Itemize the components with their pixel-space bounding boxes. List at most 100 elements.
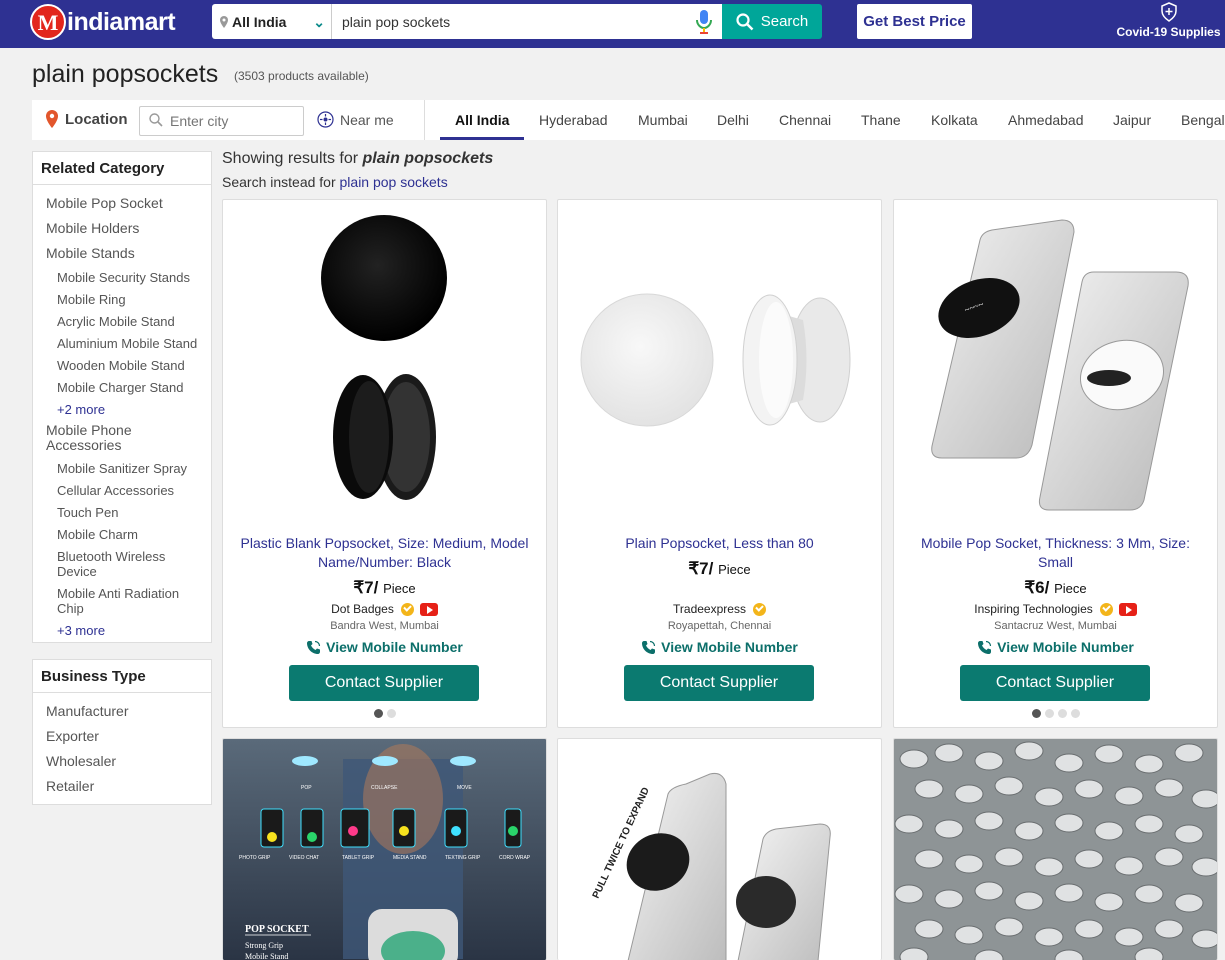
city-tab-chennai[interactable]: Chennai bbox=[779, 112, 831, 128]
near-me-button[interactable]: Near me bbox=[317, 111, 394, 128]
product-image[interactable]: ~~~~ bbox=[894, 200, 1217, 520]
image-label: PHOTO GRIP bbox=[239, 855, 271, 861]
business-type-item[interactable]: Manufacturer bbox=[46, 704, 128, 719]
business-type-item[interactable]: Retailer bbox=[46, 779, 94, 794]
related-item[interactable]: Mobile Pop Socket bbox=[46, 196, 163, 211]
youtube-icon[interactable] bbox=[1118, 602, 1137, 616]
product-price: ₹6/ Piece bbox=[894, 578, 1217, 598]
image-line: Mobile Stand bbox=[245, 952, 288, 960]
city-tab-jaipur[interactable]: Jaipur bbox=[1113, 112, 1151, 128]
location-select[interactable]: All India ⌄ bbox=[212, 4, 332, 39]
supplier-name[interactable]: Inspiring Technologies bbox=[974, 602, 1093, 616]
related-subitem[interactable]: Touch Pen bbox=[57, 505, 207, 520]
related-subitem[interactable]: Mobile Ring bbox=[57, 292, 207, 307]
carousel-dot[interactable] bbox=[1044, 709, 1054, 718]
city-input[interactable] bbox=[139, 106, 304, 136]
search-instead: Search instead for plain pop sockets bbox=[222, 174, 448, 190]
city-tab-kolkata[interactable]: Kolkata bbox=[931, 112, 978, 128]
city-tab-thane[interactable]: Thane bbox=[861, 112, 901, 128]
view-mobile-number-link[interactable]: View Mobile Number bbox=[223, 639, 546, 655]
carousel-dot[interactable] bbox=[1057, 709, 1067, 718]
carousel-dot[interactable] bbox=[373, 709, 383, 718]
verified-badge-icon bbox=[752, 602, 766, 616]
product-image[interactable] bbox=[558, 200, 881, 520]
product-card: PULL TWICE TO EXPAND bbox=[557, 738, 882, 960]
related-item[interactable]: Mobile Holders bbox=[46, 221, 139, 236]
related-item[interactable]: Mobile Stands bbox=[46, 246, 135, 261]
city-tab-bengal[interactable]: Bengal bbox=[1181, 112, 1225, 128]
contact-supplier-button[interactable]: Contact Supplier bbox=[289, 665, 479, 701]
product-title[interactable]: Mobile Pop Socket, Thickness: 3 Mm, Size… bbox=[904, 534, 1207, 572]
related-subitem[interactable]: Mobile Security Stands bbox=[57, 270, 207, 285]
search-icon bbox=[736, 12, 754, 30]
more-link[interactable]: +2 more bbox=[57, 402, 207, 417]
image-carousel-dots bbox=[894, 709, 1217, 718]
carousel-dot[interactable] bbox=[1070, 709, 1080, 718]
price-unit: Piece bbox=[1054, 581, 1087, 596]
related-subitem[interactable]: Acrylic Mobile Stand bbox=[57, 314, 207, 329]
related-subitem[interactable]: Aluminium Mobile Stand bbox=[57, 336, 207, 351]
supplier-name[interactable]: Tradeexpress bbox=[673, 602, 746, 616]
product-title[interactable]: Plain Popsocket, Less than 80 bbox=[568, 534, 871, 553]
city-tab-ahmedabad[interactable]: Ahmedabad bbox=[1008, 112, 1084, 128]
related-subitem[interactable]: Cellular Accessories bbox=[57, 483, 207, 498]
instead-query-link[interactable]: plain pop sockets bbox=[340, 174, 448, 190]
supplier-row: Inspiring Technologies bbox=[894, 602, 1217, 616]
city-tab-delhi[interactable]: Delhi bbox=[717, 112, 749, 128]
supplier-location: Royapettah, Chennai bbox=[667, 620, 772, 632]
city-tab-all-india[interactable]: All India bbox=[455, 112, 509, 128]
image-carousel-dots bbox=[223, 709, 546, 718]
more-link[interactable]: +3 more bbox=[57, 623, 207, 638]
contact-supplier-button[interactable]: Contact Supplier bbox=[624, 665, 814, 701]
indiamart-logo[interactable]: M indiamart bbox=[30, 3, 176, 41]
product-card: Plain Popsocket, Less than 80 ₹7/ Piece … bbox=[557, 199, 882, 728]
related-item[interactable]: Mobile Phone Accessories bbox=[46, 423, 156, 453]
product-image[interactable] bbox=[894, 739, 1217, 960]
related-subitem[interactable]: Mobile Charger Stand bbox=[57, 380, 207, 395]
image-label: VIDEO CHAT bbox=[289, 855, 319, 861]
verified-badge-icon bbox=[1099, 602, 1113, 616]
microphone-icon[interactable] bbox=[695, 10, 713, 34]
location-label: Location bbox=[65, 111, 128, 128]
crosshair-icon bbox=[317, 111, 334, 128]
image-label: TABLET GRIP bbox=[342, 855, 375, 861]
related-subitem[interactable]: Mobile Anti Radiation Chip bbox=[57, 586, 187, 616]
related-subitem[interactable]: Mobile Sanitizer Spray bbox=[57, 461, 207, 476]
view-number-label: View Mobile Number bbox=[326, 639, 463, 655]
city-tab-hyderabad[interactable]: Hyderabad bbox=[539, 112, 608, 128]
carousel-dot[interactable] bbox=[1031, 709, 1041, 718]
supplier-name[interactable]: Dot Badges bbox=[331, 602, 394, 616]
product-image[interactable]: POP COLLAPSE MOVE PHOTO GRIP VIDEO CHAT … bbox=[223, 739, 546, 960]
product-title[interactable]: Plastic Blank Popsocket, Size: Medium, M… bbox=[233, 534, 536, 572]
business-type-heading: Business Type bbox=[33, 660, 211, 693]
carousel-dot[interactable] bbox=[386, 709, 396, 718]
active-tab-underline bbox=[440, 137, 524, 140]
page-title: plain popsockets bbox=[32, 60, 219, 88]
get-best-price-button[interactable]: Get Best Price bbox=[857, 4, 972, 39]
instead-prefix: Search instead for bbox=[222, 174, 336, 190]
business-type-item[interactable]: Wholesaler bbox=[46, 754, 116, 769]
youtube-icon[interactable] bbox=[419, 602, 438, 616]
view-mobile-number-link[interactable]: View Mobile Number bbox=[558, 639, 881, 655]
supplier-location: Santacruz West, Mumbai bbox=[994, 620, 1117, 632]
product-count: (3503 products available) bbox=[234, 69, 369, 83]
covid-supplies-link[interactable]: Covid-19 Supplies bbox=[1112, 0, 1225, 48]
related-subitem[interactable]: Wooden Mobile Stand bbox=[57, 358, 207, 373]
city-tab-mumbai[interactable]: Mumbai bbox=[638, 112, 688, 128]
search-button[interactable]: Search bbox=[722, 4, 822, 39]
image-label: CORD WRAP bbox=[499, 855, 531, 861]
product-image[interactable]: PULL TWICE TO EXPAND bbox=[558, 739, 881, 960]
search-input[interactable] bbox=[332, 4, 722, 39]
contact-supplier-button[interactable]: Contact Supplier bbox=[960, 665, 1150, 701]
phone-icon bbox=[307, 640, 321, 654]
price-value: ₹6/ bbox=[1024, 578, 1050, 597]
related-subitem[interactable]: Bluetooth Wireless Device bbox=[57, 549, 177, 579]
price-value: ₹7/ bbox=[353, 578, 379, 597]
business-type-item[interactable]: Exporter bbox=[46, 729, 99, 744]
image-label: MEDIA STAND bbox=[393, 855, 427, 861]
product-card: POP COLLAPSE MOVE PHOTO GRIP VIDEO CHAT … bbox=[222, 738, 547, 960]
product-image[interactable] bbox=[223, 200, 546, 520]
related-subitem[interactable]: Mobile Charm bbox=[57, 527, 207, 542]
view-mobile-number-link[interactable]: View Mobile Number bbox=[894, 639, 1217, 655]
phone-icon bbox=[978, 640, 992, 654]
